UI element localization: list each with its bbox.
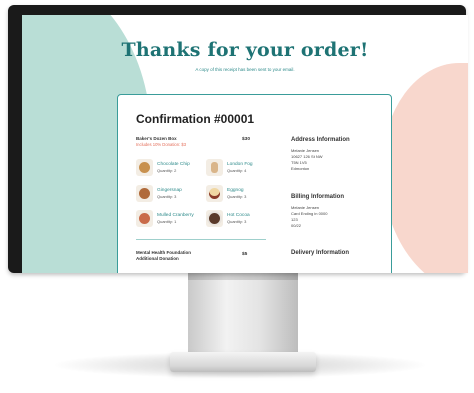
address-line: Melanie Jensen [291,148,320,153]
item-quantity: Quantity: 3 [227,219,247,224]
order-item: London Fog Quantity: 4 [206,159,276,179]
order-item: Mulled Cranberry Quantity: 1 [136,210,206,230]
billing-heading: Billing Information [291,194,344,200]
cookie-icon [139,162,150,173]
monitor-stand-neck [188,270,298,356]
cookie-thumbnail [206,210,223,227]
address-line: T5N 1V5 [291,160,307,165]
page-title: Thanks for your order! [121,39,369,61]
cookie-thumbnail [136,210,153,227]
cookie-icon [209,188,220,199]
billing-line: Card Ending in 0000 [291,211,328,216]
cookie-icon [139,213,150,224]
box-price: $30 [242,137,251,142]
decorative-pink-blob [382,63,468,273]
order-item: Gingersnap Quantity: 3 [136,185,206,205]
monitor-screen: Thanks for your order! A copy of this re… [22,15,468,273]
cookie-icon [209,213,220,224]
cookie-thumbnail [206,159,223,176]
item-quantity: Quantity: 1 [157,219,177,224]
billing-line: 123 [291,217,298,222]
cookie-thumbnail [136,159,153,176]
item-name: Eggnog [227,188,244,193]
item-quantity: Quantity: 2 [157,168,177,173]
address-line: Edmonton [291,166,310,171]
monitor-bezel: Thanks for your order! A copy of this re… [8,5,468,273]
item-name: Gingersnap [157,188,182,193]
billing-line: 00/22 [291,223,302,228]
cookie-icon [211,162,218,173]
item-name: Mulled Cranberry [157,213,194,218]
item-quantity: Quantity: 3 [227,194,247,199]
box-name: Baker's Dozen Box [136,136,177,141]
donation-line: Additional Donation [136,256,179,261]
order-item: Chocolate Chip Quantity: 2 [136,159,206,179]
donation-line: Mental Health Foundation [136,250,191,255]
page-subtitle: A copy of this receipt has been sent to … [195,67,295,72]
item-name: Chocolate Chip [157,162,190,167]
address-heading: Address Information [291,137,350,143]
receipt-card: Confirmation #00001 Baker's Dozen Box In… [117,94,392,273]
item-name: Hot Cocoa [227,213,250,218]
section-divider [136,239,266,240]
item-quantity: Quantity: 3 [157,194,177,199]
monitor-stand-base [170,352,316,372]
cookie-thumbnail [206,185,223,202]
cookie-icon [139,188,150,199]
delivery-heading: Delivery Information [291,250,350,256]
item-name: London Fog [227,162,253,167]
billing-line: Melanie Jensen [291,205,320,210]
confirmation-number: Confirmation #00001 [136,112,255,126]
donation-price: $5 [242,252,248,257]
order-item: Hot Cocoa Quantity: 3 [206,210,276,230]
cookie-thumbnail [136,185,153,202]
order-item: Eggnog Quantity: 3 [206,185,276,205]
box-donation-note: Includes 10% Donation: $3 [136,142,187,147]
item-quantity: Quantity: 4 [227,168,247,173]
address-line: 10627 126 St NW [291,154,323,159]
